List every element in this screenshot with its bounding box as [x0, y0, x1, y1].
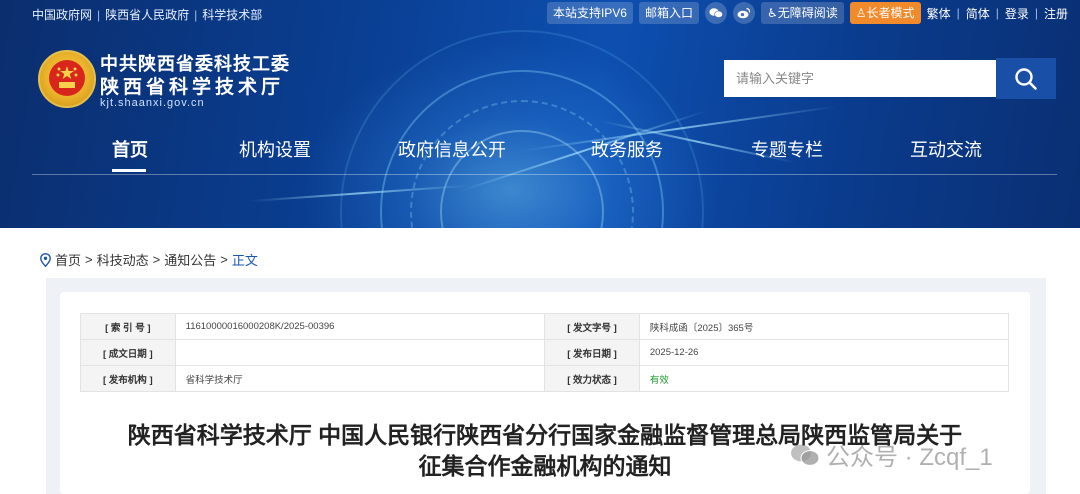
- separator: |: [194, 8, 198, 22]
- breadcrumb-separator: >: [85, 252, 93, 267]
- validity-status-label: [ 效力状态 ]: [544, 365, 640, 392]
- nav-active-indicator: [112, 169, 146, 172]
- nav-divider: [32, 174, 1057, 175]
- link-shaanxi-gov[interactable]: 陕西省人民政府: [105, 8, 189, 22]
- document-number-label: [ 发文字号 ]: [544, 313, 640, 340]
- separator: |: [956, 6, 960, 20]
- breadcrumb-separator: >: [152, 252, 161, 267]
- weibo-icon[interactable]: [733, 2, 755, 24]
- search-icon: [1015, 67, 1037, 90]
- watermark-text: 公众号 · Zcqf_1: [826, 444, 993, 471]
- search-button[interactable]: [996, 58, 1056, 99]
- index-number-value: 11610000016000208K/2025-00396: [174, 313, 546, 340]
- ipv6-badge: 本站支持IPV6: [546, 2, 633, 24]
- accessibility-icon: ♿: [767, 6, 778, 20]
- issuing-org-label: [ 发布机构 ]: [80, 365, 176, 392]
- published-date-value: 2025-12-26: [638, 339, 1010, 366]
- created-date-label: [ 成文日期 ]: [80, 339, 176, 366]
- document-number-value: 陕科成函〔2025〕365号: [638, 313, 1010, 340]
- link-gov-cn[interactable]: 中国政府网: [32, 8, 92, 22]
- nav-item-organization[interactable]: 机构设置: [239, 136, 311, 162]
- elder-icon: ♙: [855, 6, 867, 20]
- published-date-label: [ 发布日期 ]: [544, 339, 640, 366]
- simplified-chinese-link[interactable]: 简体: [966, 5, 990, 22]
- location-pin-icon: [40, 252, 51, 267]
- nav-item-info-disclosure[interactable]: 政府信息公开: [398, 136, 506, 162]
- validity-status-value: 有效: [638, 365, 1010, 392]
- nav-item-interaction[interactable]: 互动交流: [910, 136, 982, 162]
- accessible-reading-button[interactable]: ♿无障碍阅读: [761, 2, 844, 24]
- nav-item-services[interactable]: 政务服务: [591, 136, 663, 162]
- table-row: [ 索 引 号 ] 11610000016000208K/2025-00396 …: [80, 313, 1010, 340]
- top-bar: 中国政府网 | 陕西省人民政府 | 科学技术部 本站支持IPV6 邮箱入口 ♿无障碍阅读…: [0, 0, 1080, 26]
- elder-mode-label: 长者模式: [866, 6, 915, 20]
- table-row: [ 成文日期 ] [ 发布日期 ] 2025-12-26: [80, 339, 1010, 366]
- mailbox-button[interactable]: 邮箱入口: [638, 2, 699, 24]
- top-right-tools: 本站支持IPV6 邮箱入口 ♿无障碍阅读 ♙长者模式 繁体 | 简体 | 登录 …: [546, 2, 1068, 24]
- issuing-org-value: 省科学技术厅: [174, 365, 546, 392]
- breadcrumb-tech-news[interactable]: 科技动态: [97, 250, 149, 269]
- separator: |: [995, 6, 999, 20]
- site-header: 中国政府网 | 陕西省人民政府 | 科学技术部 本站支持IPV6 邮箱入口 ♿无障碍阅读…: [0, 0, 1080, 228]
- breadcrumb-current: 正文: [231, 253, 258, 268]
- national-emblem-logo[interactable]: [38, 50, 96, 108]
- index-number-label: [ 索 引 号 ]: [80, 313, 176, 340]
- document-metadata-table: [ 索 引 号 ] 11610000016000208K/2025-00396 …: [80, 313, 1010, 392]
- register-link[interactable]: 注册: [1044, 5, 1068, 22]
- elder-mode-button[interactable]: ♙长者模式: [849, 2, 921, 24]
- search-input[interactable]: [724, 60, 996, 97]
- watermark: 公众号 · Zcqf_1: [790, 437, 993, 472]
- nav-item-topics[interactable]: 专题专栏: [751, 136, 823, 162]
- login-link[interactable]: 登录: [1005, 5, 1029, 22]
- wechat-watermark-icon: [791, 444, 820, 466]
- main-nav: 首页 机构设置 政府信息公开 政务服务 专题专栏 互动交流: [0, 136, 1080, 172]
- wechat-icon[interactable]: [705, 2, 727, 24]
- breadcrumb-home[interactable]: 首页: [55, 250, 81, 269]
- site-domain: kjt.shaanxi.gov.cn: [100, 97, 205, 109]
- accessible-reading-label: 无障碍阅读: [777, 6, 838, 20]
- breadcrumb: 首页 > 科技动态 > 通知公告 > 正文: [40, 250, 258, 269]
- traditional-chinese-link[interactable]: 繁体: [927, 5, 951, 22]
- breadcrumb-notices[interactable]: 通知公告: [164, 250, 216, 269]
- site-title-department: 陕西省科学技术厅: [100, 77, 285, 98]
- link-most[interactable]: 科学技术部: [202, 8, 262, 22]
- separator: |: [97, 8, 101, 22]
- nav-item-home[interactable]: 首页: [112, 136, 148, 162]
- created-date-value: [174, 339, 546, 366]
- breadcrumb-separator: >: [220, 252, 228, 267]
- table-row: [ 发布机构 ] 省科学技术厅 [ 效力状态 ] 有效: [80, 365, 1010, 392]
- separator: |: [1034, 6, 1038, 20]
- emblem-center: [49, 60, 85, 96]
- top-links: 中国政府网 | 陕西省人民政府 | 科学技术部: [32, 6, 262, 23]
